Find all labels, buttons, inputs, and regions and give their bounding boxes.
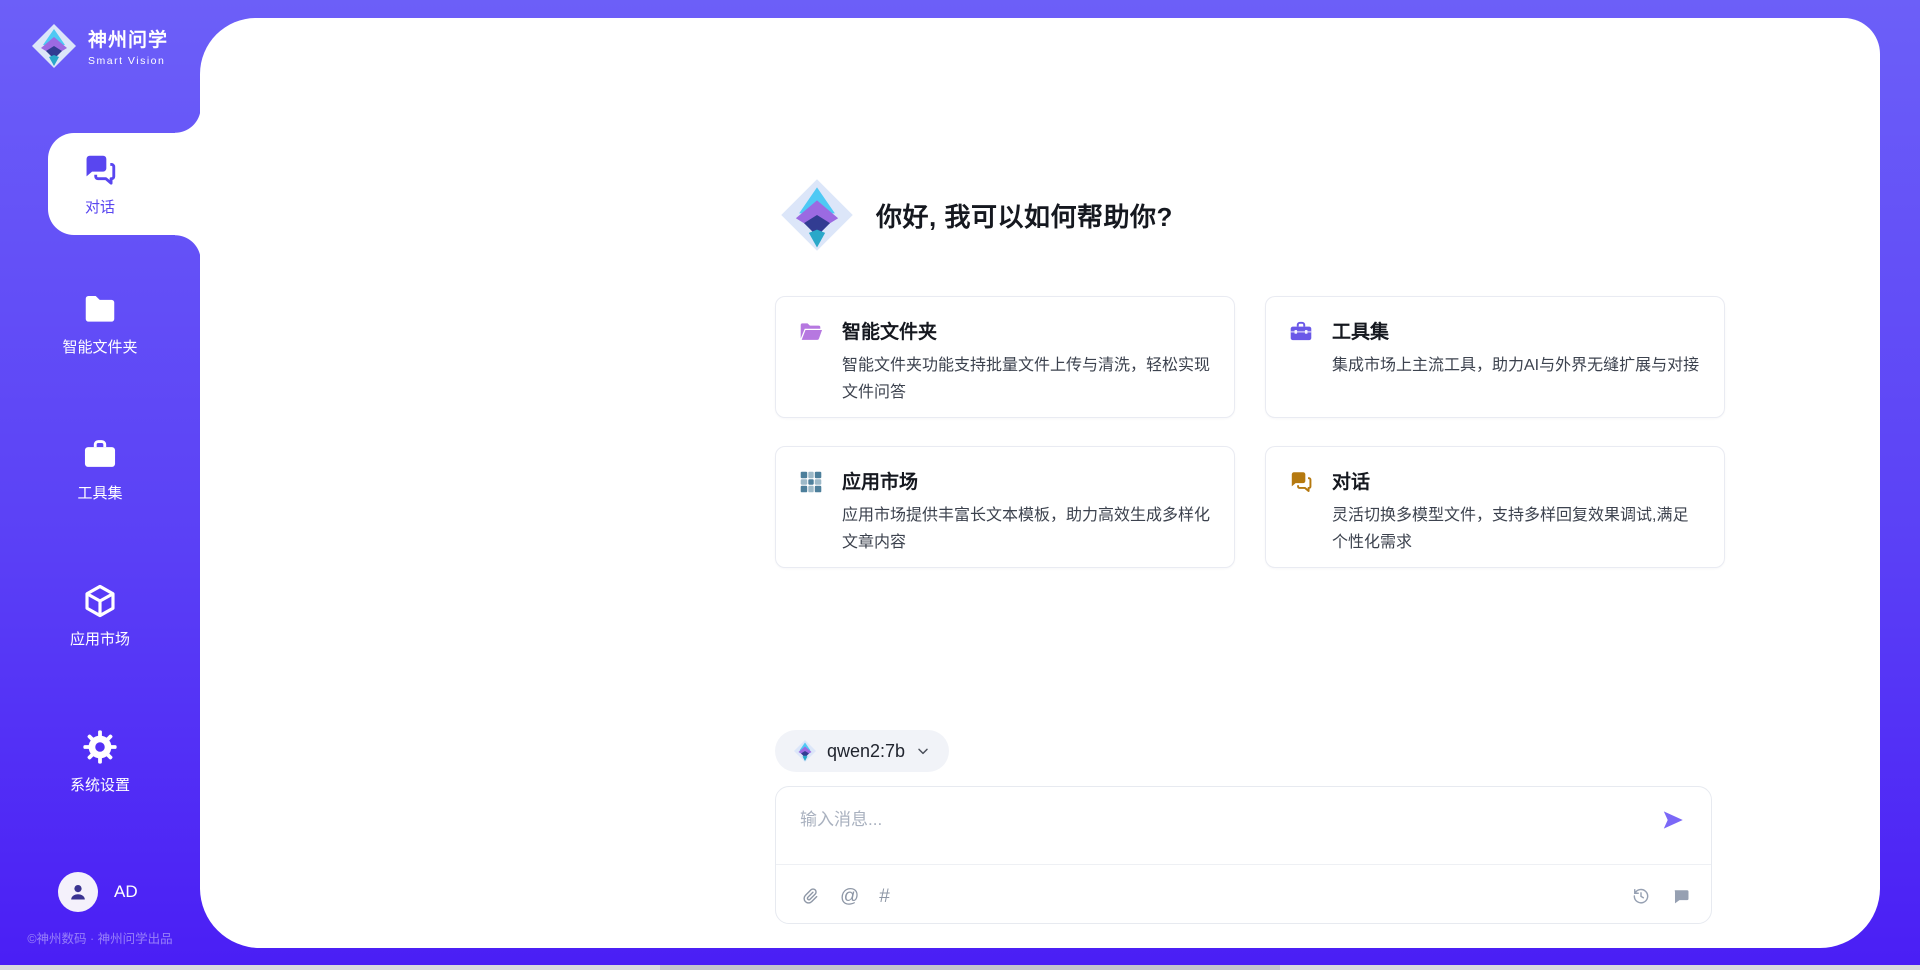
sidebar-item-smart-folders[interactable]: 智能文件夹 [0,290,200,357]
cube-icon [81,582,119,620]
card-description: 应用市场提供丰富长文本模板，助力高效生成多样化文章内容 [842,502,1212,556]
sidebar-item-label: 工具集 [77,482,122,503]
sidebar-item-label: 系统设置 [70,774,130,795]
paperclip-icon[interactable] [800,886,820,906]
toolbox-icon [1288,319,1314,345]
send-icon [1660,807,1686,833]
at-icon[interactable]: @ [840,887,859,906]
card-smart-folders[interactable]: 智能文件夹 智能文件夹功能支持批量文件上传与清洗，轻松实现文件问答 [775,296,1235,418]
card-title: 应用市场 [842,467,1212,494]
greeting-title: 你好, 我可以如何帮助你? [876,197,1173,234]
horizontal-scrollbar-thumb[interactable] [660,965,1280,970]
chat-icon [81,151,119,189]
diamond-logo-icon [793,739,817,763]
brand-name: 神州问学 [88,25,168,52]
card-description: 智能文件夹功能支持批量文件上传与清洗，轻松实现文件问答 [842,352,1212,406]
message-input[interactable] [800,805,1620,857]
chat-icon [1288,469,1314,495]
folder-open-icon [798,319,824,345]
app-window: 神州问学 Smart Vision 对话 智能文件夹 工具集 [0,0,1920,970]
diamond-logo-icon [30,22,78,70]
user-name: AD [114,882,138,902]
grid-icon [798,469,824,495]
card-toolset[interactable]: 工具集 集成市场上主流工具，助力AI与外界无缝扩展与对接 [1265,296,1725,418]
card-title: 对话 [1332,467,1702,494]
horizontal-scrollbar-track[interactable] [0,965,1920,970]
sidebar-item-label: 对话 [85,196,115,217]
model-name: qwen2:7b [827,741,905,762]
sidebar: 神州问学 Smart Vision 对话 智能文件夹 工具集 [0,0,200,970]
sidebar-item-chat[interactable]: 对话 [48,133,201,235]
message-composer: @ # [775,786,1712,924]
sidebar-item-toolset[interactable]: 工具集 [0,436,200,503]
model-selector[interactable]: qwen2:7b [775,730,949,772]
card-description: 灵活切换多模型文件，支持多样回复效果调试,满足个性化需求 [1332,502,1702,556]
toolbox-icon [81,436,119,474]
card-title: 工具集 [1332,317,1699,344]
greeting: 你好, 我可以如何帮助你? [778,176,1173,254]
history-icon[interactable] [1631,886,1651,906]
person-icon [66,880,90,904]
folder-icon [81,290,119,328]
sidebar-item-app-market[interactable]: 应用市场 [0,582,200,649]
composer-divider [776,864,1711,865]
sidebar-item-label: 应用市场 [70,628,130,649]
card-app-market[interactable]: 应用市场 应用市场提供丰富长文本模板，助力高效生成多样化文章内容 [775,446,1235,568]
sidebar-item-settings[interactable]: 系统设置 [0,728,200,795]
card-chat[interactable]: 对话 灵活切换多模型文件，支持多样回复效果调试,满足个性化需求 [1265,446,1725,568]
chat-bubble-icon[interactable] [1671,886,1691,906]
brand-logo: 神州问学 Smart Vision [30,22,168,70]
sidebar-item-label: 智能文件夹 [62,336,137,357]
hash-icon[interactable]: # [879,887,890,906]
diamond-logo-icon [778,176,856,254]
card-title: 智能文件夹 [842,317,1212,344]
main-content: 你好, 我可以如何帮助你? 智能文件夹 智能文件夹功能支持批量文件上传与清洗，轻… [200,18,1880,948]
card-description: 集成市场上主流工具，助力AI与外界无缝扩展与对接 [1332,352,1699,379]
copyright-text: ©神州数码 · 神州问学出品 [0,928,200,947]
brand-subtitle: Smart Vision [88,55,168,67]
gear-icon [81,728,119,766]
user-profile[interactable]: AD [58,872,138,912]
send-button[interactable] [1659,807,1687,835]
chevron-down-icon [915,743,931,759]
avatar [58,872,98,912]
